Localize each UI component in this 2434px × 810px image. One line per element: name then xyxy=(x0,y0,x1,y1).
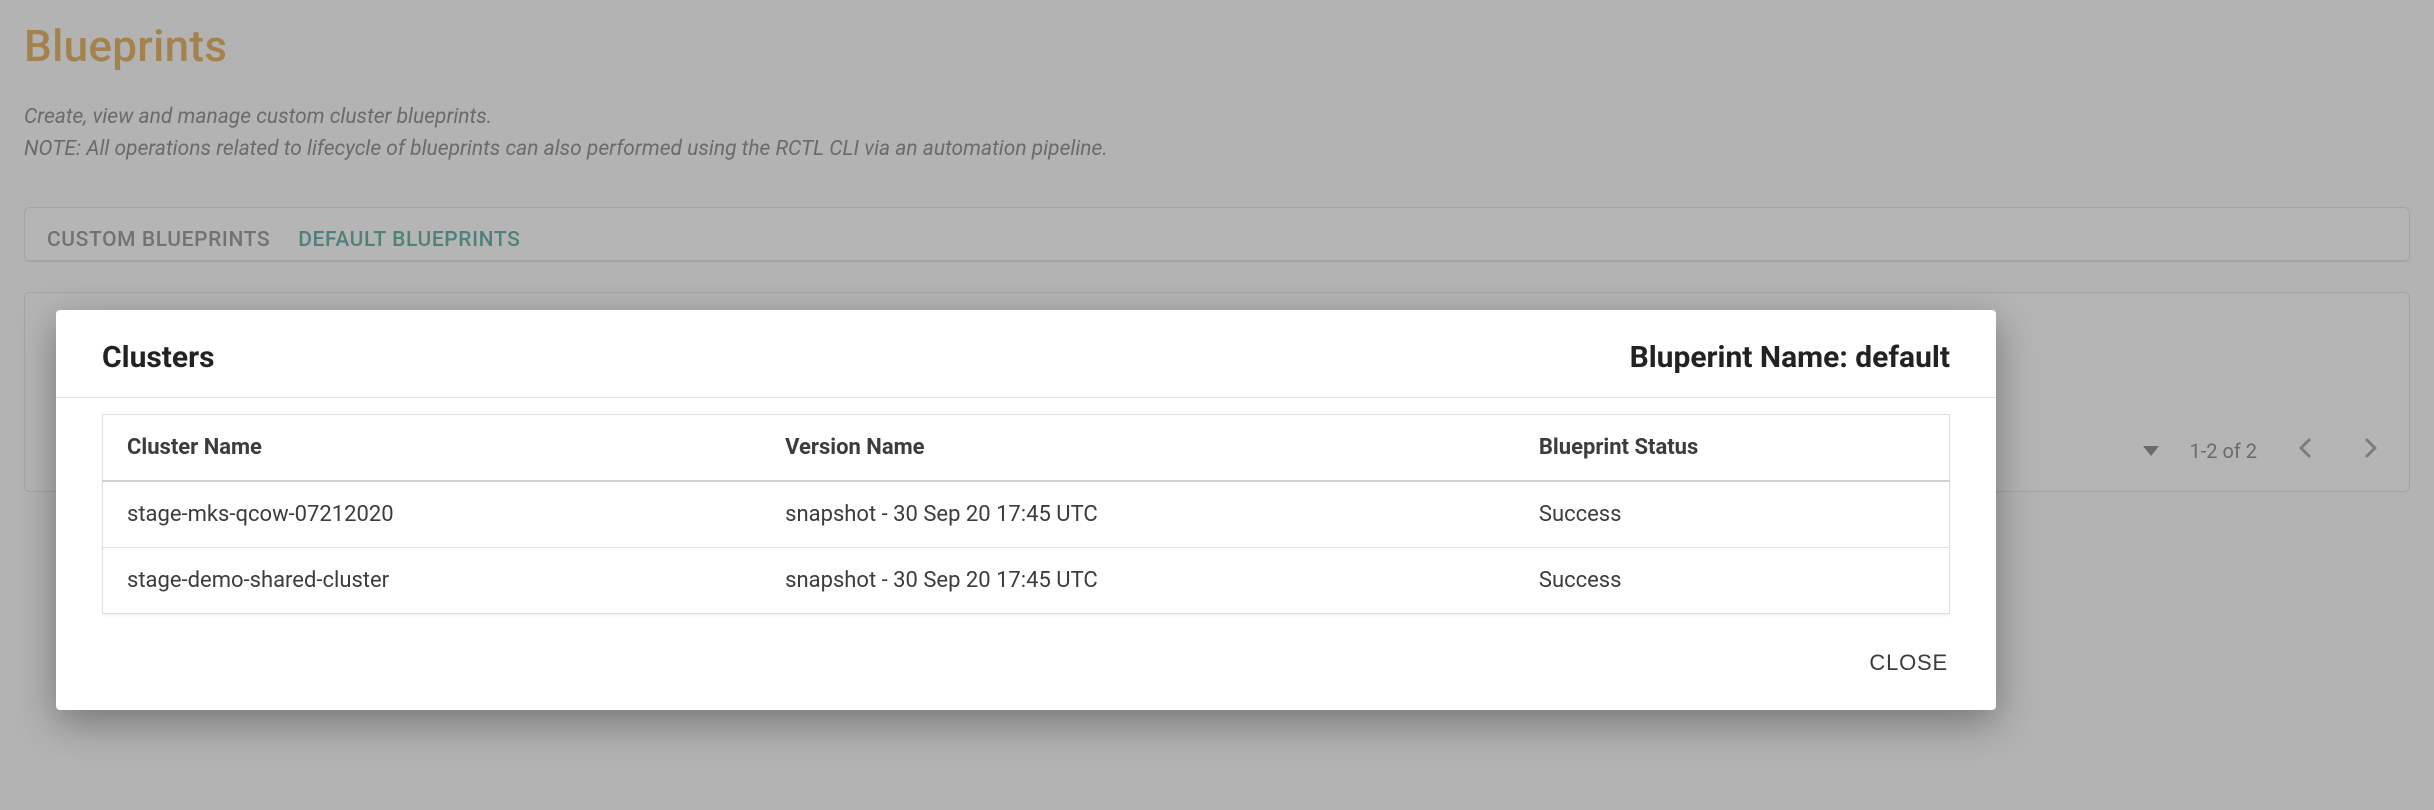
table-header-row: Cluster Name Version Name Blueprint Stat… xyxy=(103,415,1950,482)
clusters-table: Cluster Name Version Name Blueprint Stat… xyxy=(102,414,1950,614)
cell-version-name: snapshot - 30 Sep 20 17:45 UTC xyxy=(761,481,1515,548)
cell-cluster-name: stage-mks-qcow-07212020 xyxy=(103,481,762,548)
dialog-header: Clusters Bluperint Name: default xyxy=(56,310,1996,398)
cell-version-name: snapshot - 30 Sep 20 17:45 UTC xyxy=(761,548,1515,614)
table-row: stage-demo-shared-cluster snapshot - 30 … xyxy=(103,548,1950,614)
dialog-footer: CLOSE xyxy=(56,624,1996,710)
dialog-subtitle: Bluperint Name: default xyxy=(1630,340,1950,375)
table-row: stage-mks-qcow-07212020 snapshot - 30 Se… xyxy=(103,481,1950,548)
dialog-title: Clusters xyxy=(102,340,215,375)
col-version-name: Version Name xyxy=(761,415,1515,482)
dialog-body: Cluster Name Version Name Blueprint Stat… xyxy=(56,398,1996,624)
cell-blueprint-status: Success xyxy=(1515,548,1950,614)
col-cluster-name: Cluster Name xyxy=(103,415,762,482)
close-button[interactable]: CLOSE xyxy=(1867,644,1950,682)
cell-blueprint-status: Success xyxy=(1515,481,1950,548)
clusters-dialog: Clusters Bluperint Name: default Cluster… xyxy=(56,310,1996,710)
cell-cluster-name: stage-demo-shared-cluster xyxy=(103,548,762,614)
col-blueprint-status: Blueprint Status xyxy=(1515,415,1950,482)
